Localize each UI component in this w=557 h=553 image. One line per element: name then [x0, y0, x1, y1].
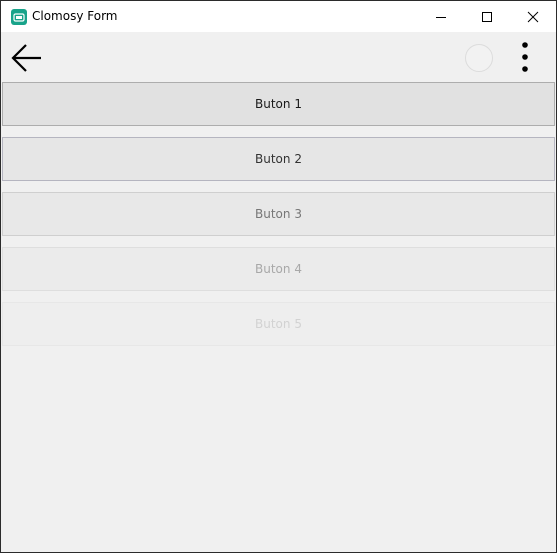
app-window: Clomosy Form Buton 1 Buton 2 Buton 3 But… [0, 0, 557, 553]
circle-icon[interactable] [465, 44, 493, 72]
back-button[interactable] [9, 40, 45, 76]
clomosy-app-icon [11, 9, 27, 25]
more-vertical-icon [522, 42, 528, 72]
minimize-button[interactable] [418, 1, 464, 32]
window-title: Clomosy Form [32, 9, 118, 23]
buton-2-button[interactable]: Buton 2 [2, 137, 555, 181]
buton-4-button[interactable]: Buton 4 [2, 247, 555, 291]
buton-3-button[interactable]: Buton 3 [2, 192, 555, 236]
buton-1-button[interactable]: Buton 1 [2, 82, 555, 126]
app-bar [1, 32, 556, 82]
close-icon [527, 11, 539, 22]
arrow-left-icon [11, 44, 41, 72]
more-options-button[interactable] [515, 40, 535, 76]
minimize-icon [436, 16, 446, 18]
close-button[interactable] [510, 1, 556, 32]
buton-5-button[interactable]: Buton 5 [2, 302, 555, 346]
title-bar[interactable]: Clomosy Form [1, 1, 556, 32]
maximize-icon [482, 11, 492, 22]
maximize-button[interactable] [464, 1, 510, 32]
